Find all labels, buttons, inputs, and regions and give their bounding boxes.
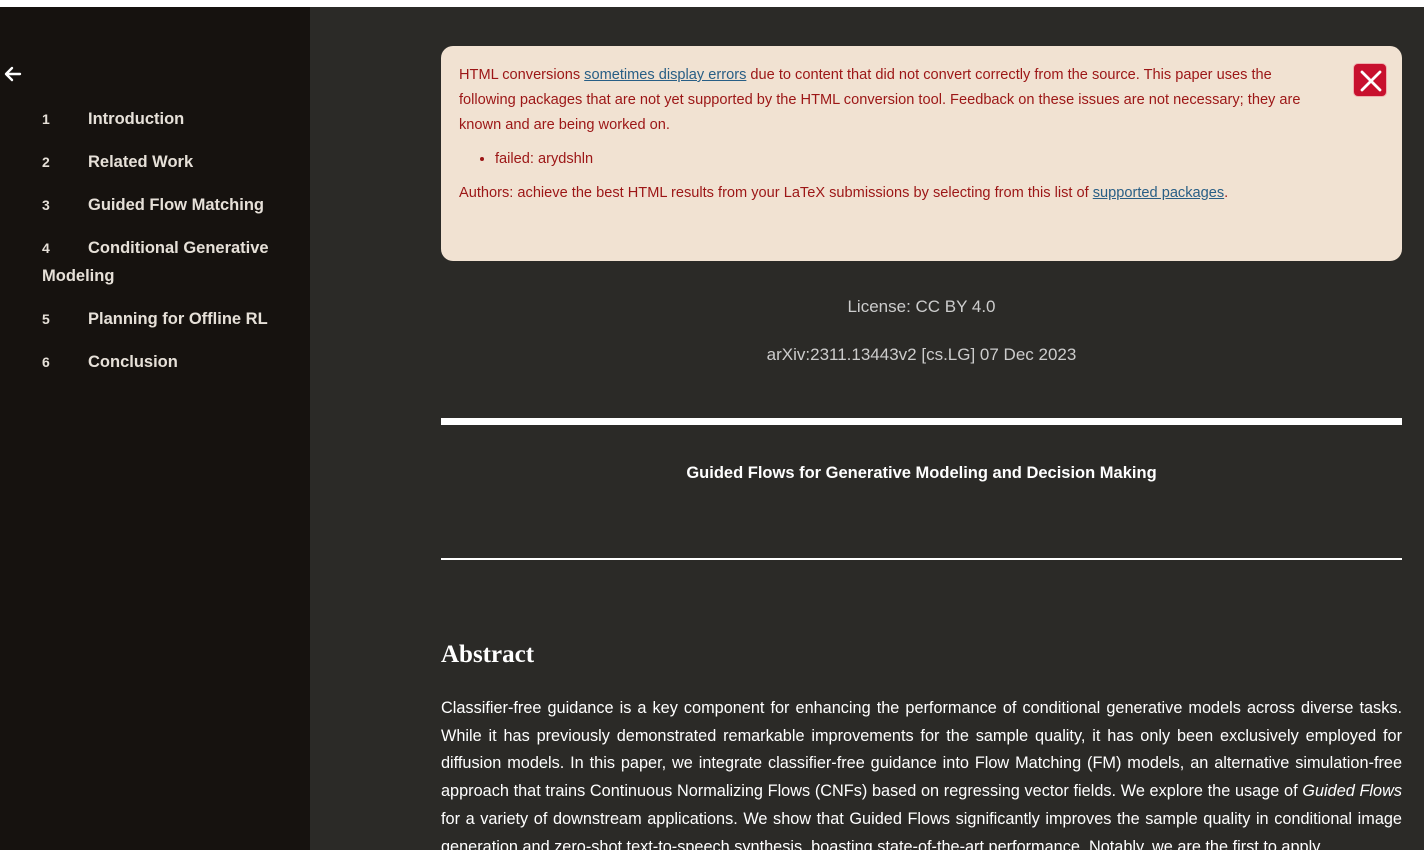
table-of-contents: 1 Introduction 2 Related Work 3 Guided Flow… [42, 105, 292, 391]
authors-text-end: . [1224, 185, 1229, 201]
abstract-emphasis: Guided Flows [1302, 782, 1403, 801]
toc-item-guided-flow-matching[interactable]: 3 Guided Flow Matching [42, 191, 292, 219]
toc-number: 6 [42, 354, 50, 370]
toc-number: 1 [42, 111, 50, 127]
failed-packages-list: failed: arydshln [495, 147, 1332, 172]
notice-text: HTML conversions [459, 67, 585, 83]
toc-number: 3 [42, 197, 50, 213]
main-content: HTML conversions sometimes display error… [310, 7, 1424, 850]
notice-message: HTML conversions sometimes display error… [459, 63, 1332, 138]
sidebar: 1 Introduction 2 Related Work 3 Guided Flow… [0, 7, 310, 850]
arxiv-id: arXiv:2311.13443v2 [cs.LG] 07 Dec 2023 [766, 345, 1077, 364]
toc-label: Related Work [88, 153, 194, 171]
display-errors-link[interactable]: sometimes display errors [584, 67, 746, 83]
toc-item-planning-offline-rl[interactable]: 5 Planning for Offline RL [42, 305, 292, 333]
abstract-part: for a variety of downstream applications… [441, 809, 1402, 850]
toc-number: 4 [42, 240, 50, 256]
conversion-notice: HTML conversions sometimes display error… [441, 46, 1402, 261]
toc-item-related-work[interactable]: 2 Related Work [42, 148, 292, 176]
close-icon [1360, 70, 1382, 92]
arrow-left-icon[interactable] [3, 64, 23, 84]
authors-message: Authors: achieve the best HTML results f… [459, 181, 1332, 206]
abstract-text: Classifier-free guidance is a key compon… [441, 695, 1402, 850]
title-rule-top [441, 418, 1402, 425]
license-text: License: CC BY 4.0 [847, 297, 996, 316]
failed-package-item: failed: arydshln [495, 147, 1332, 172]
top-bar [0, 0, 1424, 7]
close-notice-button[interactable] [1353, 63, 1387, 97]
toc-item-conditional-generative-modeling[interactable]: 4 Conditional Generative Modeling [42, 234, 292, 290]
paper-title: Guided Flows for Generative Modeling and… [686, 464, 1157, 482]
toc-number: 2 [42, 154, 50, 170]
toc-label: Conclusion [88, 353, 178, 371]
title-rule-bottom [441, 558, 1402, 560]
toc-item-introduction[interactable]: 1 Introduction [42, 105, 292, 133]
toc-label: Guided Flow Matching [88, 196, 264, 214]
toc-label: Planning for Offline RL [88, 310, 268, 328]
authors-text: Authors: achieve the best HTML results f… [459, 185, 1093, 201]
toc-item-conclusion[interactable]: 6 Conclusion [42, 348, 292, 376]
toc-number: 5 [42, 311, 50, 327]
abstract-part: Classifier-free guidance is a key compon… [441, 699, 1402, 801]
abstract-heading: Abstract [441, 641, 535, 668]
supported-packages-link[interactable]: supported packages [1093, 185, 1224, 201]
toc-label: Introduction [88, 110, 185, 128]
